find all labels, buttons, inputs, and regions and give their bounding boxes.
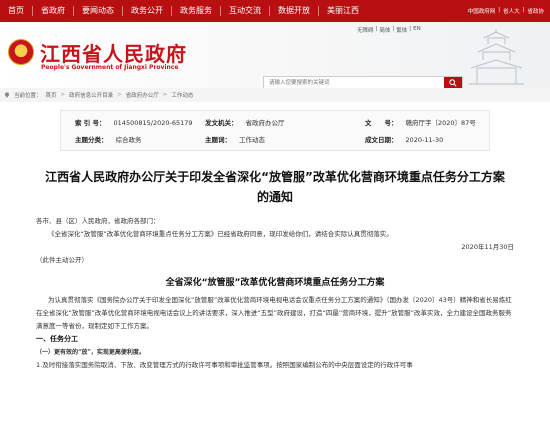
breadcrumb: 当前位置： 首页 > 政府信息公开目录 > 省政府办公厅 > 工作动态 — [0, 88, 550, 102]
breadcrumb-prefix: 当前位置： — [14, 93, 42, 99]
article-body: 各市、县（区）人民政府，省政府各部门： 《全省深化“放管服”改革优化营商环境重点… — [0, 215, 550, 372]
link-simplified[interactable]: 简体 — [379, 26, 390, 34]
nav-beautiful-jiangxi[interactable]: 美丽江西 — [319, 0, 367, 22]
link-china-government[interactable]: 中国政府网 — [468, 7, 496, 15]
breadcrumb-general-office[interactable]: 省政府办公厅 — [126, 91, 159, 99]
meta-issuer: 发文机关： 省政府办公厅 — [205, 119, 285, 127]
breadcrumb-catalog[interactable]: 政府信息公开目录 — [69, 91, 113, 99]
disclosure-note: （此件主动公开） — [36, 256, 88, 264]
paragraph-notice: 《全省深化“放管服”改革优化营商环境重点任务分工方案》已经省政府同意，现印发给你… — [48, 230, 393, 238]
plan-subtitle: 全省深化“放管服”改革优化营商环境重点任务分工方案 — [165, 278, 385, 288]
nav-provincial-government[interactable]: 省政府 — [33, 0, 73, 22]
tengwang-pavilion-illustration — [469, 29, 524, 85]
site-subtitle: People's Government of Jiangxi Province — [41, 64, 179, 71]
search-input[interactable] — [264, 77, 432, 88]
link-provincial-congress[interactable]: 省人大 — [503, 7, 520, 15]
location-pin-icon — [5, 92, 9, 98]
article-title: 江西省人民政府办公厅关于印发全省深化“放管服”改革优化营商环境重点任务分工方案的… — [45, 170, 505, 204]
nav-open-data[interactable]: 数据开放 — [270, 0, 318, 22]
site-header: 江西省人民政府 People's Government of Jiangxi P… — [0, 22, 550, 88]
link-english[interactable]: EN — [413, 26, 421, 34]
paragraph-intro: 为认真贯彻落实《国务院办公厅关于印发全国深化“放管服”改革优化营商环境电视电话会… — [36, 296, 512, 330]
nav-news[interactable]: 要闻动态 — [74, 0, 122, 22]
nav-government-services[interactable]: 政务服务 — [172, 0, 220, 22]
issue-date: 2020年11月30日 — [461, 243, 514, 251]
accessibility-links: 无障碍 | 简体 | 繁体 | EN — [357, 26, 421, 34]
link-accessibility[interactable]: 无障碍 — [357, 26, 374, 34]
search-box — [263, 76, 463, 88]
national-emblem-logo — [8, 39, 34, 65]
site-title: 江西省人民政府 — [40, 42, 187, 66]
nav-home[interactable]: 首页 — [6, 0, 32, 22]
breadcrumb-home[interactable]: 首页 — [46, 91, 57, 99]
meta-category: 主题分类： 综合政务 — [75, 136, 142, 144]
breadcrumb-work-news[interactable]: 工作动态 — [171, 91, 193, 99]
nav-interaction[interactable]: 互动交流 — [221, 0, 269, 22]
meta-topic: 主题词： 工作动态 — [205, 136, 265, 144]
section-heading: 一、任务分工 — [36, 335, 78, 343]
paragraph-item-1: 1.及时衔接落实国务院取消、下放、改变管理方式的行政许可事项和审批监管事项。按照… — [36, 361, 413, 369]
meta-index: 索 引 号： 014500815/2020-65179 — [75, 119, 193, 127]
external-links: 中国政府网 | 省人大 | 省政协 — [467, 7, 544, 15]
nav-government-affairs-disclosure[interactable]: 政务公开 — [123, 0, 171, 22]
salutation: 各市、县（区）人民政府，省政府各部门： — [36, 217, 160, 225]
link-traditional[interactable]: 繁体 — [396, 26, 407, 34]
document-metadata: 索 引 号： 014500815/2020-65179 发文机关： 省政府办公厅 文… — [60, 110, 490, 151]
subsection-heading: （一）更有效的“放”，实现更高便利度。 — [36, 349, 145, 356]
meta-date: 成文日期： 2020-11-30 — [365, 136, 444, 144]
link-provincial-cppcc[interactable]: 省政协 — [527, 7, 544, 15]
meta-docno: 文 号： 赣府厅字〔2020〕87号 — [365, 119, 476, 127]
top-navigation: 首页 省政府 要闻动态 政务公开 政务服务 互动交流 数据开放 美丽江西 中国政… — [0, 0, 550, 22]
